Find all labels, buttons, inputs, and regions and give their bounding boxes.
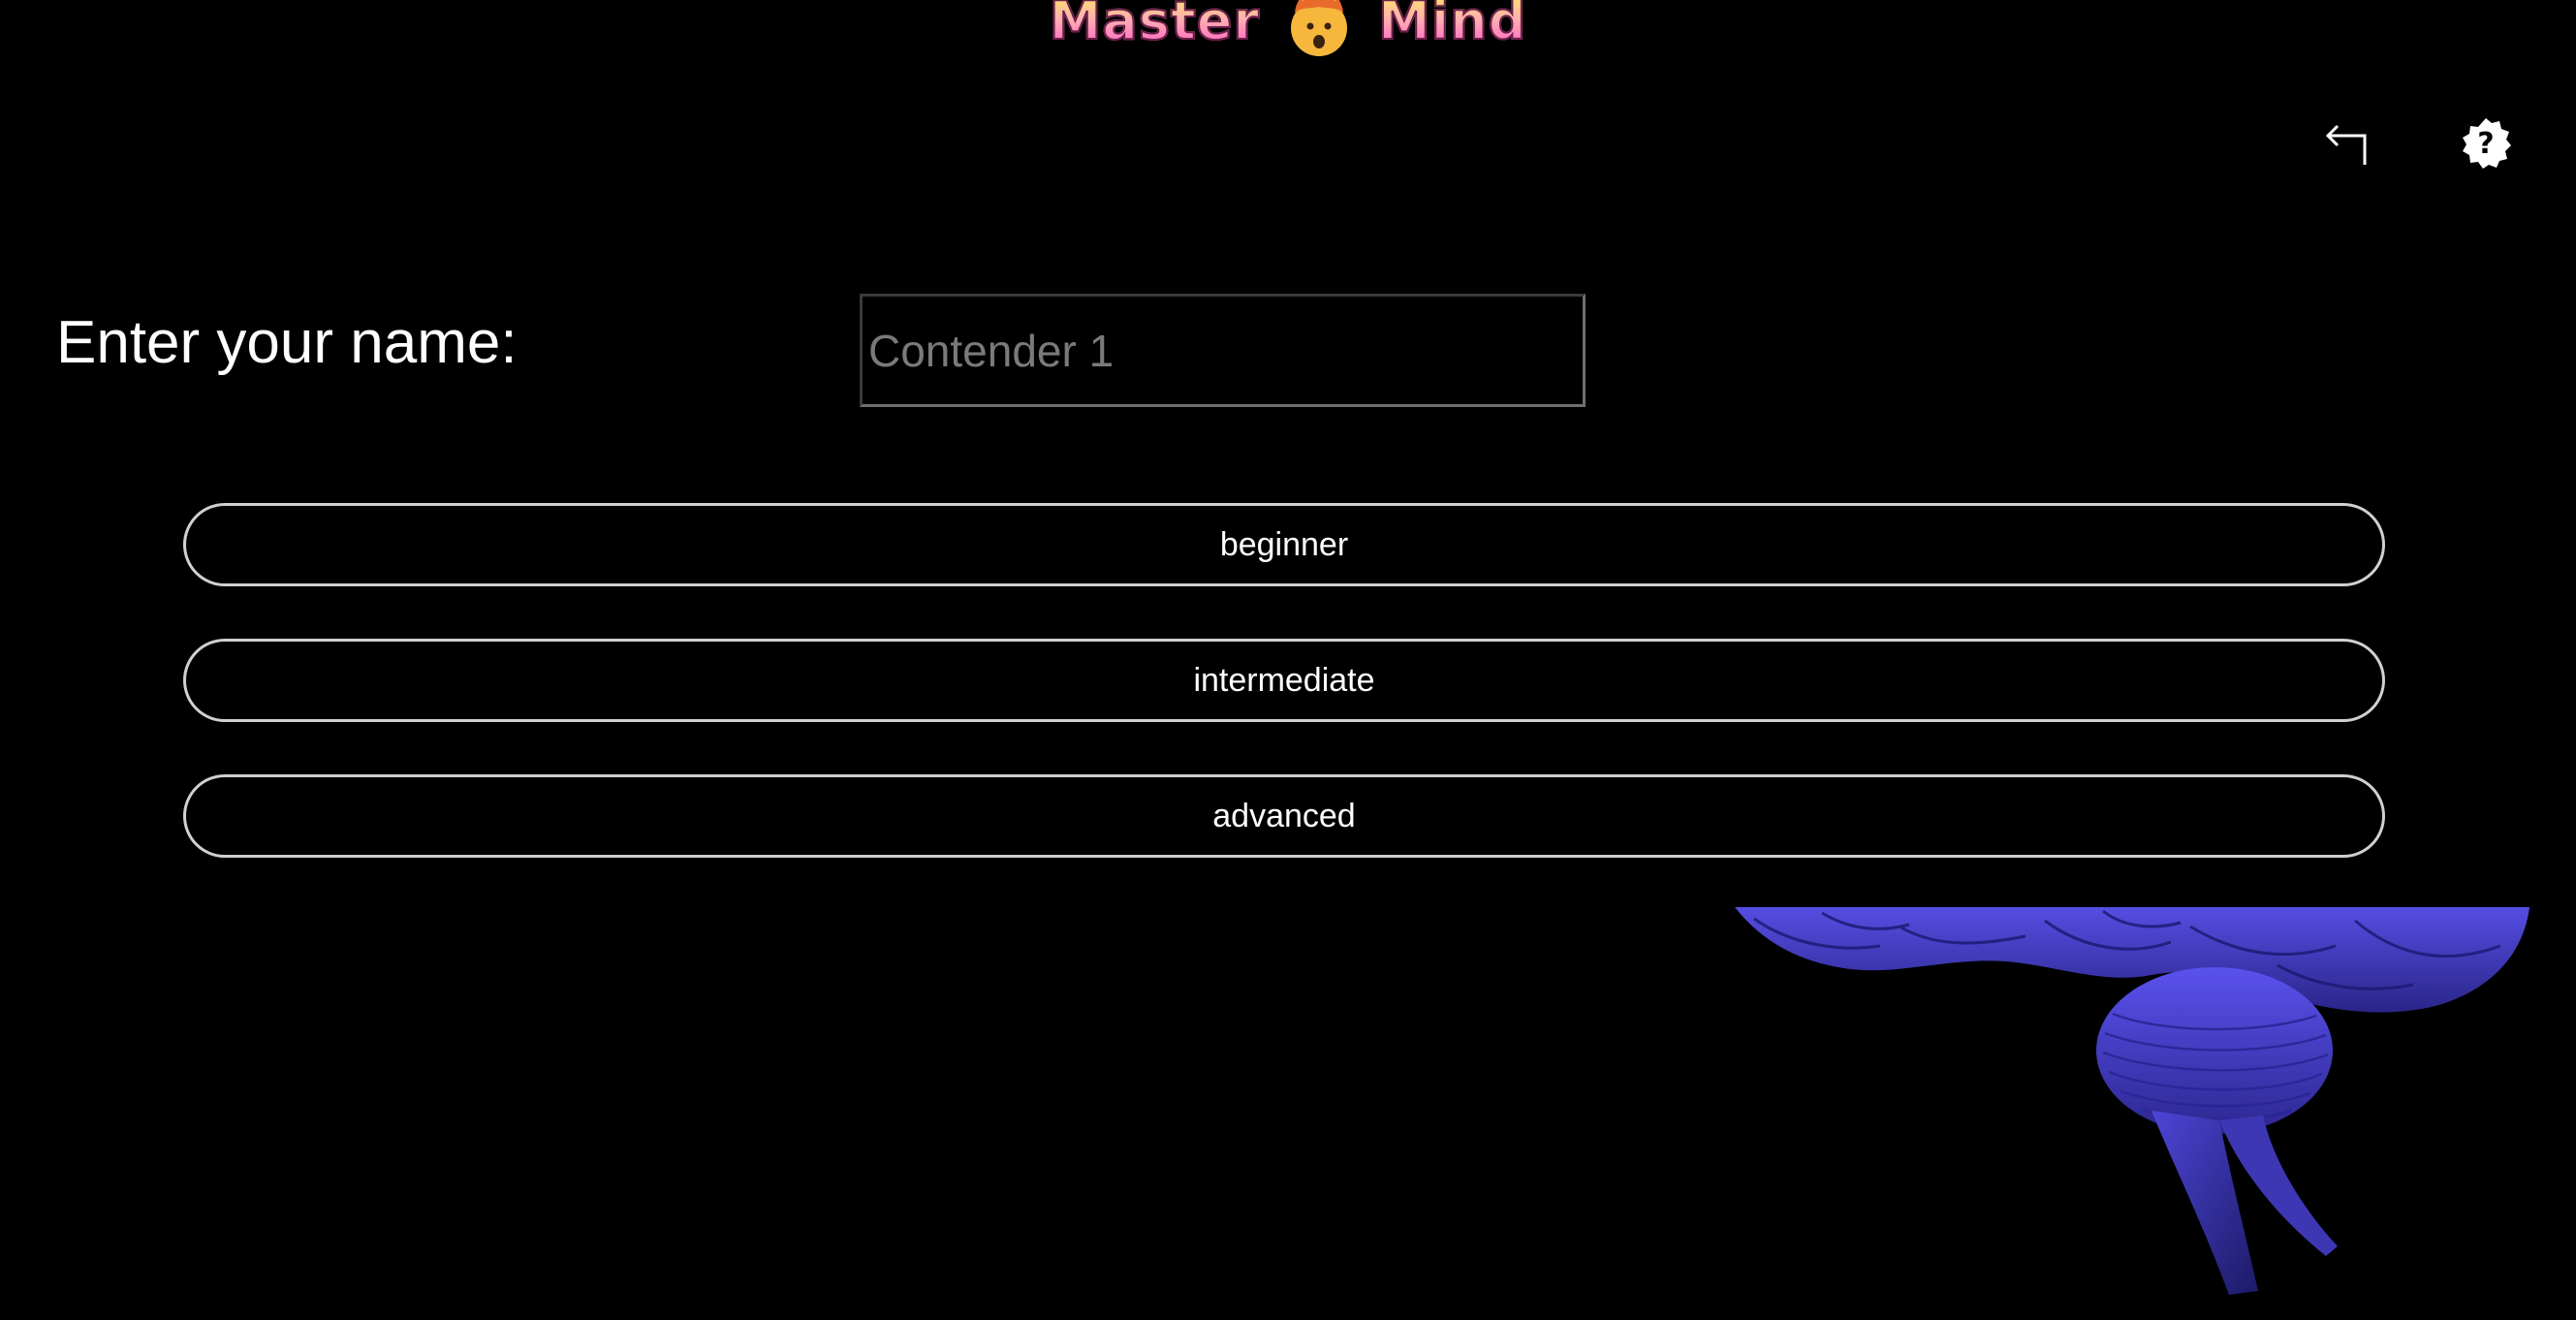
beginner-button[interactable]: beginner — [183, 503, 2385, 586]
help-badge-icon: ? — [2459, 116, 2513, 175]
beginner-label: beginner — [1219, 525, 1349, 563]
svg-text:?: ? — [2477, 127, 2494, 161]
help-button[interactable]: ? — [2455, 114, 2517, 176]
name-input[interactable] — [860, 294, 1586, 407]
intermediate-label: intermediate — [1193, 661, 1375, 699]
brain-illustration — [1735, 907, 2529, 1320]
app-title: Master Mind — [0, 0, 2576, 56]
back-button[interactable] — [2314, 114, 2376, 176]
name-label: Enter your name: — [56, 309, 518, 376]
exploding-head-icon — [1281, 0, 1357, 59]
title-mind: Mind — [1377, 0, 1526, 48]
intermediate-button[interactable]: intermediate — [183, 639, 2385, 722]
advanced-label: advanced — [1212, 797, 1356, 834]
advanced-button[interactable]: advanced — [183, 774, 2385, 858]
title-master: Master — [1049, 0, 1260, 48]
back-arrow-icon — [2320, 118, 2371, 173]
